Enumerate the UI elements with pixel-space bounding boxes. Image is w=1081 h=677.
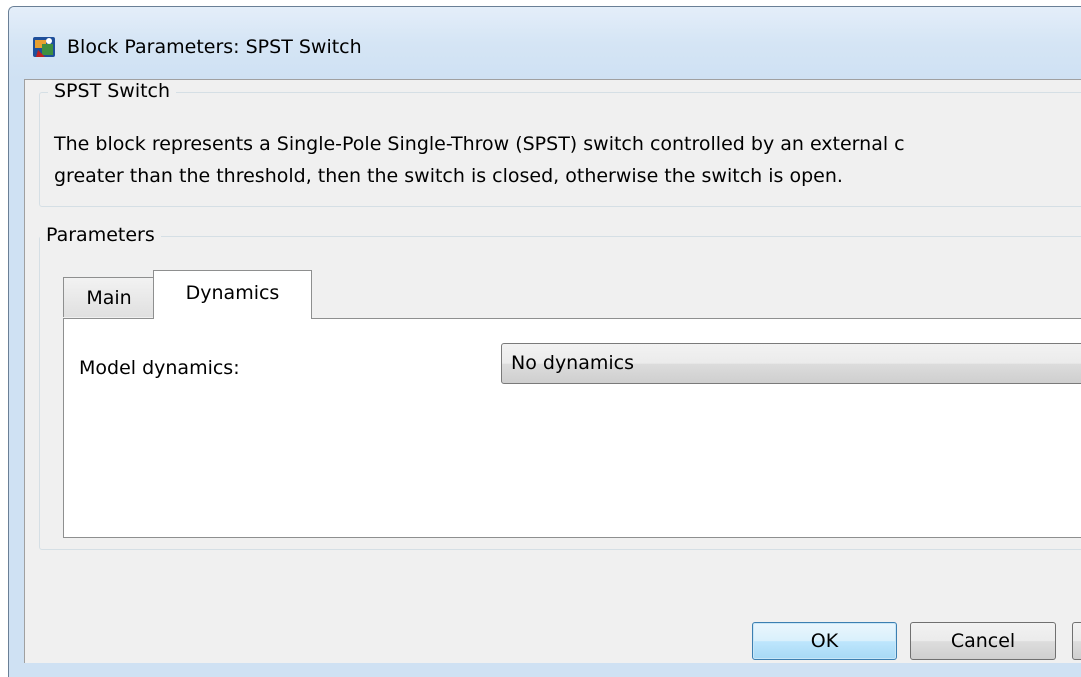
dynamics-tab-panel: Model dynamics: No dynamics bbox=[63, 318, 1081, 538]
description-group-legend: SPST Switch bbox=[48, 80, 177, 102]
tab-main[interactable]: Main bbox=[63, 277, 155, 317]
tab-main-label: Main bbox=[86, 287, 132, 309]
description-line: The block represents a Single-Pole Singl… bbox=[54, 133, 905, 155]
help-button[interactable] bbox=[1072, 622, 1081, 660]
tab-dynamics-label: Dynamics bbox=[185, 282, 280, 304]
tab-dynamics[interactable]: Dynamics bbox=[153, 270, 312, 319]
description-group: SPST Switch The block represents a Singl… bbox=[39, 80, 1081, 207]
parameters-group-legend: Parameters bbox=[40, 224, 161, 246]
description-line: greater than the threshold, then the swi… bbox=[54, 165, 843, 187]
dialog-window: Block Parameters: SPST Switch SPST Switc… bbox=[8, 6, 1081, 677]
model-dynamics-value: No dynamics bbox=[511, 352, 634, 374]
simulink-block-icon bbox=[32, 34, 58, 60]
model-dynamics-label: Model dynamics: bbox=[79, 357, 240, 379]
model-dynamics-dropdown[interactable]: No dynamics bbox=[501, 343, 1081, 384]
block-description: The block represents a Single-Pole Singl… bbox=[54, 128, 905, 192]
cancel-button[interactable]: Cancel bbox=[910, 622, 1056, 660]
title-bar[interactable]: Block Parameters: SPST Switch bbox=[9, 7, 1081, 79]
dialog-client-area: SPST Switch The block represents a Singl… bbox=[24, 79, 1081, 663]
window-title: Block Parameters: SPST Switch bbox=[67, 36, 362, 58]
ok-button[interactable]: OK bbox=[752, 622, 897, 660]
